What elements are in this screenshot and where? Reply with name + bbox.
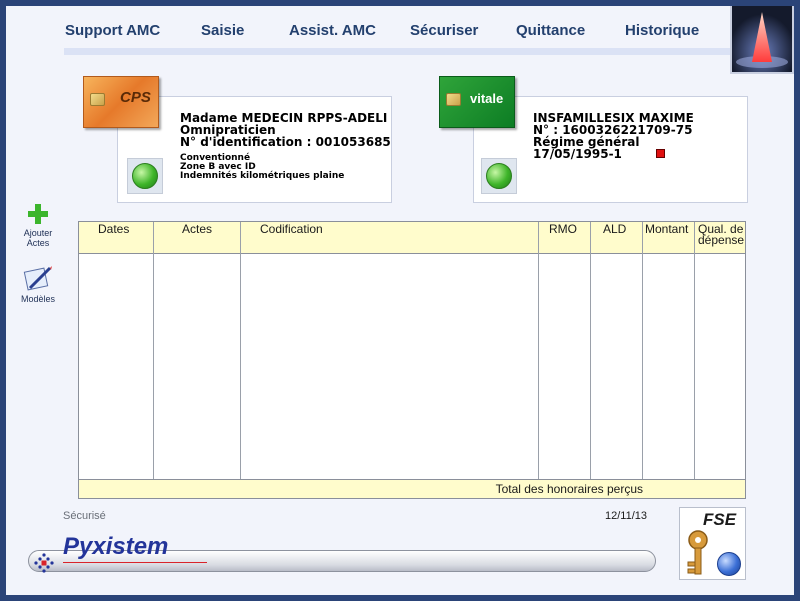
- cps-card-icon[interactable]: CPS: [83, 76, 159, 128]
- fse-status-icon: [717, 552, 741, 576]
- plus-icon: [28, 204, 48, 224]
- acts-table[interactable]: Dates Actes Codification RMO ALD Montant…: [78, 221, 746, 499]
- fse-label: FSE: [703, 510, 737, 529]
- models-label: Modèles: [20, 294, 56, 304]
- column-divider: [153, 222, 154, 480]
- total-fees-label: Total des honoraires perçus: [495, 482, 643, 496]
- column-divider: [240, 222, 241, 480]
- col-montant[interactable]: Montant: [645, 223, 688, 235]
- menu-assist-amc[interactable]: Assist. AMC: [289, 22, 376, 39]
- menu-support-amc[interactable]: Support AMC: [65, 22, 160, 39]
- col-qual-depense[interactable]: Qual. de dépense: [698, 223, 745, 247]
- column-divider: [694, 222, 695, 480]
- app-logo-icon: [730, 6, 794, 74]
- brand-logo-icon: [34, 553, 54, 573]
- indemnity-label: Indemnités kilométriques plaine: [180, 171, 345, 181]
- brand-name: Pyxistem: [63, 533, 169, 560]
- menu-securiser[interactable]: Sécuriser: [410, 22, 478, 39]
- column-divider: [590, 222, 591, 480]
- add-acts-label-2: Actes: [26, 238, 50, 248]
- table-header: Dates Actes Codification RMO ALD Montant…: [79, 222, 745, 254]
- col-codification[interactable]: Codification: [260, 223, 323, 235]
- main-window: Support AMC Saisie Assist. AMC Sécuriser…: [6, 6, 794, 595]
- vitale-card-icon[interactable]: vitale: [439, 76, 515, 128]
- fse-button[interactable]: FSE: [679, 507, 746, 580]
- col-ald[interactable]: ALD: [603, 223, 626, 235]
- column-divider: [538, 222, 539, 480]
- document-pen-icon: [23, 266, 52, 291]
- cps-card-label: CPS: [120, 89, 151, 106]
- col-rmo[interactable]: RMO: [549, 223, 577, 235]
- menu-quittance[interactable]: Quittance: [516, 22, 585, 39]
- cps-status-indicator: [127, 158, 163, 194]
- vitale-status-indicator: [481, 158, 517, 194]
- security-status: Sécurisé: [63, 510, 106, 522]
- menu-underline: [64, 48, 746, 55]
- table-footer: Total des honoraires perçus: [79, 479, 745, 498]
- col-actes[interactable]: Actes: [182, 223, 212, 235]
- column-divider: [642, 222, 643, 480]
- add-acts-button[interactable]: Ajouter Actes: [16, 204, 60, 248]
- chip-icon: [446, 93, 461, 106]
- col-qual-line-2: dépense: [698, 233, 745, 247]
- patient-flag-icon: [656, 149, 665, 158]
- patient-birthdate: 17/05/1995-1: [533, 147, 622, 161]
- key-icon: [687, 530, 708, 575]
- vitale-card-label: vitale: [470, 91, 504, 106]
- current-date: 12/11/13: [605, 510, 648, 522]
- brand-underline: [63, 562, 207, 563]
- menu-historique[interactable]: Historique: [625, 22, 699, 39]
- chip-icon: [90, 93, 105, 106]
- top-menu: Support AMC Saisie Assist. AMC Sécuriser…: [64, 20, 740, 48]
- models-button[interactable]: Modèles: [16, 264, 60, 304]
- add-acts-label-1: Ajouter: [23, 228, 53, 238]
- menu-saisie[interactable]: Saisie: [201, 22, 244, 39]
- practitioner-id: N° d'identification : 001053685: [180, 135, 391, 149]
- col-dates[interactable]: Dates: [98, 223, 129, 235]
